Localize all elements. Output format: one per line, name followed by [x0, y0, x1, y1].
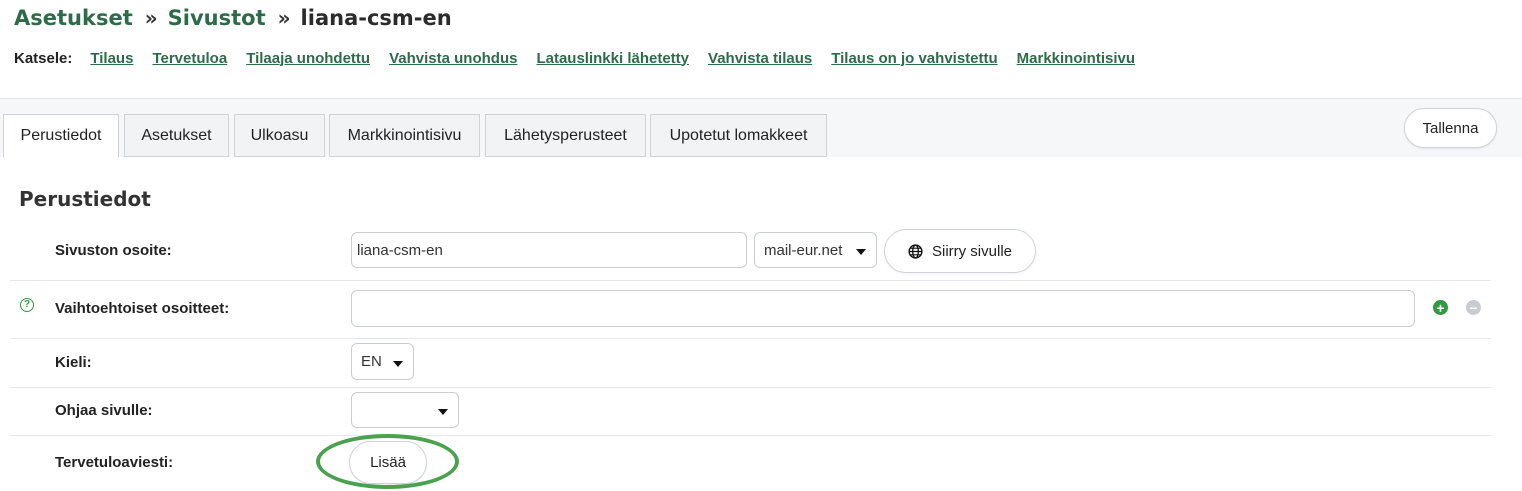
domain-select[interactable]: mail-eur.net — [754, 232, 877, 268]
tab-send-criteria[interactable]: Lähetysperusteet — [485, 114, 646, 157]
save-button[interactable]: Tallenna — [1404, 108, 1497, 148]
section-title: Perustiedot — [19, 187, 151, 211]
alt-addresses-input[interactable] — [351, 290, 1415, 327]
view-link-download-link-sent[interactable]: Latauslinkki lähetetty — [536, 50, 689, 67]
row-divider — [10, 435, 1491, 436]
go-to-site-button[interactable]: Siirry sivulle — [884, 229, 1036, 273]
globe-icon — [908, 243, 923, 259]
tab-embedded-forms[interactable]: Upotetut lomakkeet — [650, 114, 827, 157]
tab-basic-info[interactable]: Perustiedot — [3, 114, 119, 158]
view-label: Katsele: — [14, 49, 73, 67]
minus-circle-icon[interactable]: − — [1466, 300, 1481, 315]
site-address-input[interactable]: liana-csm-en — [351, 232, 747, 268]
breadcrumb-separator: » — [277, 6, 291, 30]
language-select-value: EN — [361, 353, 382, 370]
redirect-select[interactable] — [351, 392, 459, 428]
go-to-site-label: Siirry sivulle — [931, 242, 1012, 260]
view-link-confirm-forget[interactable]: Vahvista unohdus — [389, 50, 517, 67]
row-divider — [10, 338, 1491, 339]
language-label: Kieli: — [55, 354, 92, 371]
tab-settings[interactable]: Asetukset — [124, 114, 229, 157]
site-address-label: Sivuston osoite: — [55, 242, 172, 259]
breadcrumb: Asetukset » Sivustot » liana-csm-en — [14, 4, 452, 32]
help-icon[interactable]: ? — [20, 298, 34, 312]
breadcrumb-sites-link[interactable]: Sivustot — [168, 6, 266, 30]
row-divider — [10, 280, 1491, 281]
add-welcome-message-button[interactable]: Lisää — [349, 441, 427, 484]
tab-layout[interactable]: Ulkoasu — [234, 114, 325, 157]
page-title: liana-csm-en — [300, 6, 452, 30]
row-divider — [10, 387, 1491, 388]
view-link-subscription[interactable]: Tilaus — [90, 50, 133, 67]
plus-circle-icon[interactable]: + — [1433, 300, 1448, 315]
language-select[interactable]: EN — [351, 343, 414, 380]
breadcrumb-separator: » — [144, 6, 158, 30]
view-link-already-confirmed[interactable]: Tilaus on jo vahvistettu — [831, 50, 997, 67]
view-link-marketing-page[interactable]: Markkinointisivu — [1017, 50, 1135, 67]
view-link-welcome[interactable]: Tervetuloa — [152, 50, 227, 67]
welcome-message-label: Tervetuloaviesti: — [55, 454, 174, 471]
domain-select-value: mail-eur.net — [764, 241, 843, 259]
caret-down-icon — [856, 249, 866, 255]
view-links-bar: Katsele: Tilaus Tervetuloa Tilaaja unohd… — [14, 48, 1154, 68]
caret-down-icon — [438, 409, 448, 415]
view-link-subscriber-forgotten[interactable]: Tilaaja unohdettu — [246, 50, 370, 67]
view-link-confirm-subscription[interactable]: Vahvista tilaus — [708, 50, 812, 67]
caret-down-icon — [393, 360, 403, 367]
tab-marketing-page[interactable]: Markkinointisivu — [329, 114, 480, 157]
breadcrumb-settings-link[interactable]: Asetukset — [14, 6, 133, 30]
redirect-label: Ohjaa sivulle: — [55, 402, 153, 419]
alt-addresses-label: Vaihtoehtoiset osoitteet: — [55, 300, 230, 317]
